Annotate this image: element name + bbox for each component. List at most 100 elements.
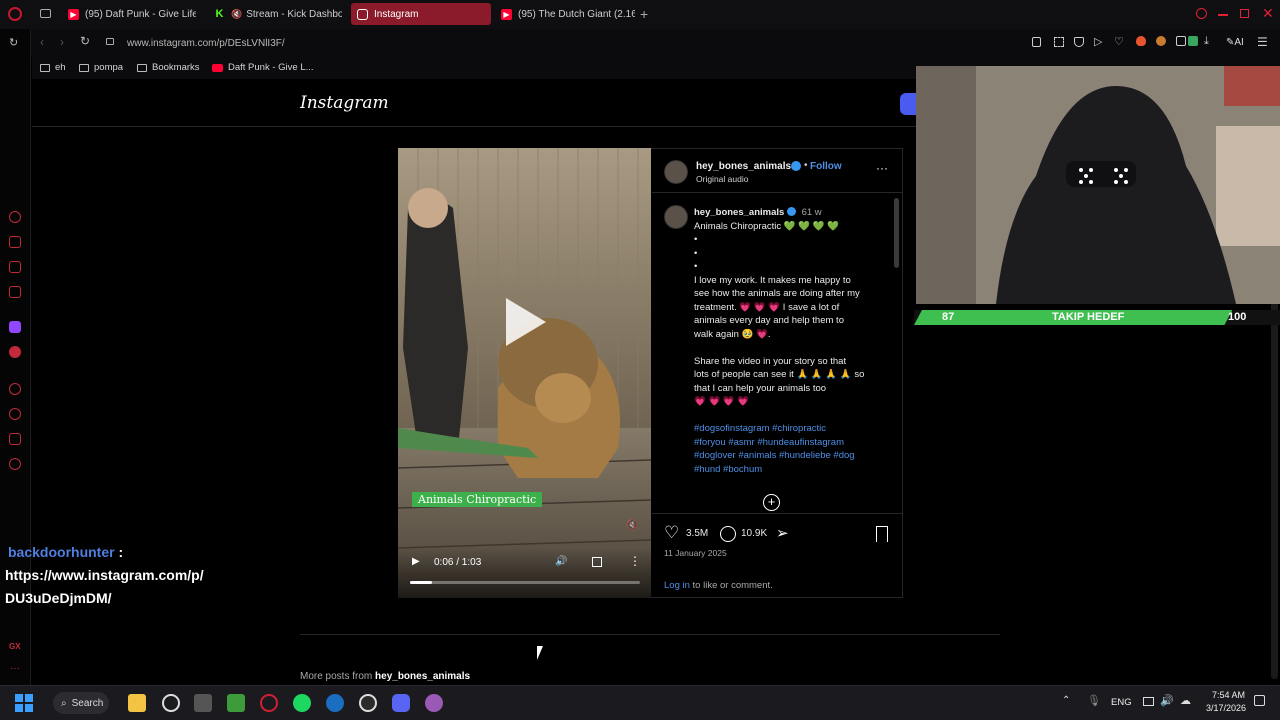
notification-icon[interactable] (1254, 695, 1265, 706)
bookmark-pompa[interactable]: pompa (79, 62, 123, 73)
bookmark-bookmarks[interactable]: Bookmarks (137, 62, 200, 73)
caption-username[interactable]: hey_bones_animals (694, 207, 784, 218)
save-icon[interactable] (876, 526, 888, 542)
workspace-icon[interactable] (9, 236, 21, 248)
opera-gx-taskbar-icon[interactable] (260, 694, 278, 712)
history-icon[interactable] (9, 408, 21, 420)
more-posts-username[interactable]: hey_bones_animals (375, 671, 470, 682)
follow-button[interactable]: Follow (810, 161, 842, 172)
new-tab-button[interactable]: + (640, 6, 648, 22)
file-explorer-icon[interactable] (128, 694, 146, 712)
post-header: hey_bones_animals • Follow Original audi… (652, 149, 902, 193)
original-audio[interactable]: Original audio (696, 174, 748, 184)
hashtag-line[interactable]: #doglover #animals #hundeliebe #dog (694, 449, 890, 463)
twitch-icon[interactable] (9, 321, 21, 333)
extension-icons: ▷ ♡ ⤓ (1030, 35, 1230, 50)
download-icon[interactable]: ⤓ (1204, 35, 1209, 48)
url-field[interactable]: www.instagram.com/p/DEsLVNlI3F/ (127, 38, 285, 49)
extension-green-icon[interactable] (1188, 36, 1198, 46)
close-window-button[interactable]: ✕ (1262, 5, 1274, 22)
display-icon[interactable] (1143, 697, 1154, 706)
forward-icon[interactable]: › (60, 35, 64, 49)
gx-icon[interactable]: GX (9, 642, 21, 651)
media-icon[interactable] (9, 261, 21, 273)
bookmark-daft-punk[interactable]: Daft Punk - Give L... (212, 62, 314, 73)
video-options-icon[interactable]: ⋮ (629, 554, 641, 568)
avatar[interactable] (664, 160, 688, 184)
bookmark-eh[interactable]: eh (40, 62, 66, 73)
microphone-icon[interactable]: 🎙 (1087, 694, 1101, 707)
tab-daft-punk[interactable]: ▶ (95) Daft Punk - Give Life (62, 3, 196, 25)
heart-icon[interactable]: ♡ (1114, 35, 1124, 48)
gmail-icon[interactable] (9, 286, 21, 298)
taskbar-search[interactable]: ⌕ Search (53, 692, 109, 714)
tray-overflow-icon[interactable]: ⌃ (1062, 695, 1070, 706)
clock-time[interactable]: 7:54 AM (1212, 690, 1245, 700)
instagram-logo[interactable]: Instagram (300, 93, 389, 113)
minecraft-icon[interactable] (227, 694, 245, 712)
discord-icon[interactable] (392, 694, 410, 712)
opera-logo-icon[interactable] (8, 7, 22, 21)
reload-icon[interactable]: ↻ (80, 34, 90, 48)
clock-date[interactable]: 3/17/2026 (1206, 703, 1246, 713)
hashtag-line[interactable]: #dogsofinstagram #chiropractic (694, 422, 890, 436)
extensions-icon[interactable] (9, 433, 21, 445)
mute-indicator-icon[interactable]: 🔇 (626, 520, 638, 531)
ai-button[interactable]: ✎AI (1226, 37, 1244, 48)
reload-sidebar-icon[interactable]: ↻ (9, 36, 18, 49)
cookie-icon[interactable] (1156, 36, 1166, 46)
steam-icon[interactable] (326, 694, 344, 712)
search-tabs-icon[interactable] (1196, 8, 1207, 19)
player-icon[interactable] (9, 383, 21, 395)
follow-goal-target: 100 (1228, 311, 1247, 323)
login-link[interactable]: Log in (664, 580, 690, 591)
steam-small-icon[interactable] (162, 694, 180, 712)
fire-icon[interactable] (1136, 36, 1146, 46)
chat-app-icon[interactable] (425, 694, 443, 712)
load-more-comments-icon[interactable]: + (763, 494, 780, 511)
obs-icon[interactable] (359, 694, 377, 712)
language-indicator[interactable]: ENG (1111, 697, 1132, 708)
spotify-icon[interactable] (293, 694, 311, 712)
messenger-icon[interactable] (9, 346, 21, 358)
volume-icon[interactable]: 🔊 (555, 556, 567, 567)
puzzle-icon[interactable] (1176, 36, 1186, 46)
share-icon[interactable]: ➢ (776, 524, 789, 542)
verified-badge-icon (791, 161, 801, 171)
fullscreen-icon[interactable] (592, 557, 602, 567)
tab-instagram[interactable]: Instagram (351, 3, 491, 25)
snapshot-icon[interactable] (1054, 37, 1064, 47)
minimize-button[interactable] (1218, 14, 1228, 16)
muted-speaker-icon[interactable]: 🔇 (231, 9, 242, 20)
comment-icon[interactable] (720, 526, 736, 542)
menu-icon[interactable]: ☰ (1257, 35, 1268, 49)
hashtag-line[interactable]: #foryou #asmr #hundeaufinstagram (694, 436, 890, 450)
more-icon[interactable]: ··· (10, 663, 20, 674)
caption-scrollbar[interactable] (894, 198, 899, 268)
avatar[interactable] (664, 205, 688, 229)
more-options-icon[interactable]: ··· (876, 161, 888, 175)
post-actions: ♡ 3.5M 10.9K ➢ 11 January 2025 Log in to… (652, 513, 902, 597)
play-overlay-icon[interactable] (506, 298, 546, 346)
restore-button[interactable] (1240, 9, 1249, 18)
video-progress-track[interactable] (410, 581, 640, 584)
like-icon[interactable]: ♡ (664, 523, 679, 543)
tab-overview-icon[interactable] (40, 9, 51, 18)
hashtag-line[interactable]: #hund #bochum (694, 463, 890, 477)
cloud-icon[interactable]: ☁ (1180, 694, 1191, 707)
aria-icon[interactable] (9, 211, 21, 223)
shield-icon[interactable] (1074, 37, 1084, 47)
tab-kick-dashboard[interactable]: K 🔇 Stream - Kick Dashbo (208, 3, 342, 25)
play-icon[interactable]: ▷ (1094, 35, 1102, 48)
post-username[interactable]: hey_bones_animals (696, 161, 791, 172)
footer-divider (300, 634, 1000, 635)
app-icon[interactable] (194, 694, 212, 712)
video-play-button[interactable]: ▶ (412, 556, 420, 567)
pin-icon[interactable] (1032, 37, 1041, 47)
back-icon[interactable]: ‹ (40, 35, 44, 49)
post-video[interactable]: Animals Chiropractic 🔇 ▶ 0:06 / 1:03 🔊 ⋮ (398, 148, 651, 598)
tab-dutch-giant[interactable]: ▶ (95) The Dutch Giant (2.16 (495, 3, 635, 25)
volume-tray-icon[interactable]: 🔊 (1160, 694, 1174, 707)
windows-start-icon[interactable] (15, 694, 33, 712)
settings-icon[interactable] (9, 458, 21, 470)
